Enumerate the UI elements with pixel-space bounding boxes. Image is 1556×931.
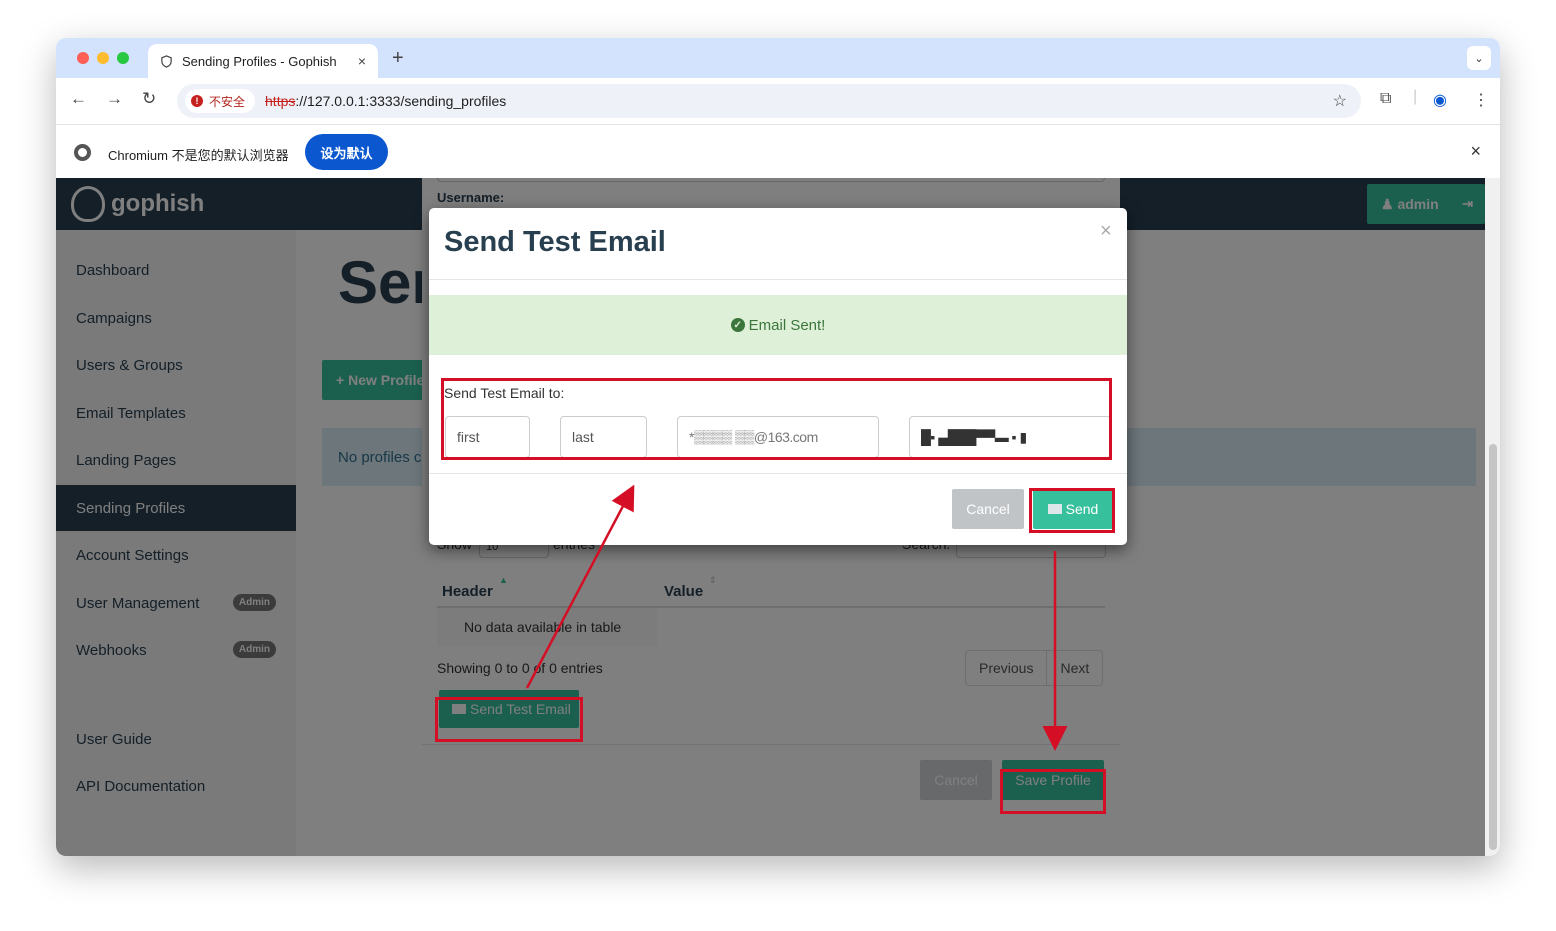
toolbar-divider: | xyxy=(1413,88,1418,105)
browser-window: Sending Profiles - Gophish × + ⌄ ← → ↻ !… xyxy=(56,38,1500,856)
profile-icon[interactable]: ◉ xyxy=(1433,90,1447,110)
url-path: ://127.0.0.1:3333/sending_profiles xyxy=(295,93,507,109)
address-bar[interactable]: ! 不安全 https://127.0.0.1:3333/sending_pro… xyxy=(177,84,1361,118)
browser-toolbar: ← → ↻ ! 不安全 https://127.0.0.1:3333/sendi… xyxy=(56,78,1500,124)
extensions-icon[interactable]: ⧉ xyxy=(1380,90,1391,108)
infobar-close-icon[interactable]: × xyxy=(1470,141,1481,162)
url-scheme: https xyxy=(265,93,296,109)
forward-icon[interactable]: → xyxy=(106,89,123,109)
annotation-arrows xyxy=(525,484,1068,751)
security-chip[interactable]: ! 不安全 xyxy=(185,89,256,113)
close-tab-icon[interactable]: × xyxy=(358,53,366,69)
warning-icon: ! xyxy=(191,95,203,107)
new-tab-icon[interactable]: + xyxy=(392,47,404,70)
default-browser-infobar: Chromium 不是您的默认浏览器 设为默认 × xyxy=(56,124,1500,178)
bookmark-star-icon[interactable]: ☆ xyxy=(1333,91,1347,111)
arrow-to-recipient-fields xyxy=(525,484,635,689)
minimize-window-button[interactable] xyxy=(97,52,109,64)
reload-icon[interactable]: ↻ xyxy=(142,89,156,109)
gophish-page: gophish ♟ admin ⇥ Dashboard Campaigns Us… xyxy=(56,178,1500,856)
tab-strip: Sending Profiles - Gophish × + ⌄ xyxy=(56,38,1500,78)
tab-title: Sending Profiles - Gophish xyxy=(182,53,337,69)
url-text[interactable]: https://127.0.0.1:3333/sending_profiles xyxy=(265,93,506,109)
close-window-button[interactable] xyxy=(77,52,89,64)
shield-icon xyxy=(161,54,172,68)
menu-icon[interactable]: ⋮ xyxy=(1473,90,1489,110)
infobar-text: Chromium 不是您的默认浏览器 xyxy=(108,148,289,163)
back-icon[interactable]: ← xyxy=(70,89,87,109)
browser-tab[interactable]: Sending Profiles - Gophish × xyxy=(148,44,378,78)
security-label: 不安全 xyxy=(209,94,246,109)
set-default-button[interactable]: 设为默认 xyxy=(305,134,388,170)
chromium-icon xyxy=(74,144,91,161)
tab-search-icon[interactable]: ⌄ xyxy=(1467,46,1491,70)
maximize-window-button[interactable] xyxy=(117,52,129,64)
